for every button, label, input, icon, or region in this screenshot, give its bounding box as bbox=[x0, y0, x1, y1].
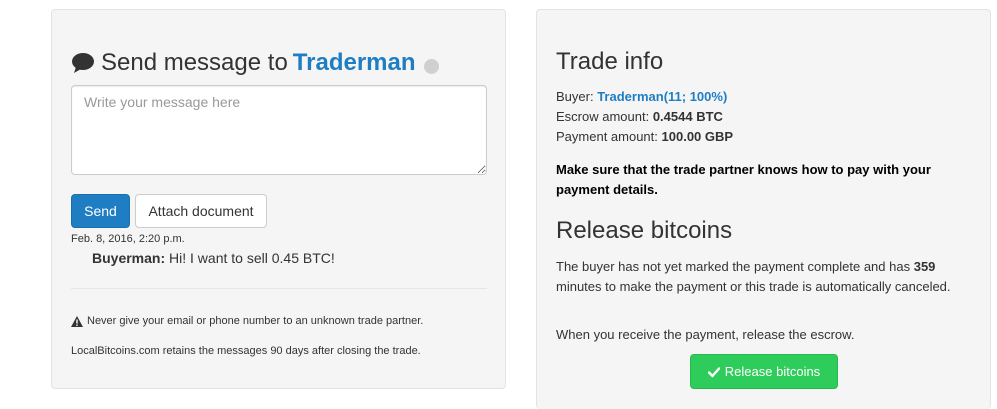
buyer-name-link[interactable]: Traderman bbox=[597, 89, 663, 104]
attach-document-button[interactable]: Attach document bbox=[135, 194, 267, 228]
chat-title: Send message to Traderman bbox=[71, 46, 439, 80]
payment-row: Payment amount: 100.00 GBP bbox=[556, 129, 733, 144]
presence-dot-icon bbox=[423, 58, 439, 74]
release-text-after: minutes to make the payment or this trad… bbox=[556, 279, 951, 294]
escrow-label: Escrow amount: bbox=[556, 109, 650, 124]
payment-value: 100.00 GBP bbox=[661, 129, 734, 144]
release-text-before: The buyer has not yet marked the payment… bbox=[556, 259, 911, 274]
buyer-stats[interactable]: (11; 100%) bbox=[664, 89, 728, 104]
release-heading: Release bitcoins bbox=[556, 217, 733, 244]
escrow-value: 0.4544 BTC bbox=[652, 109, 723, 124]
release-bitcoins-button[interactable]: Release bitcoins bbox=[690, 354, 838, 389]
warning-icon bbox=[71, 315, 83, 327]
message-author: Buyerman: bbox=[92, 250, 166, 266]
message-text: Hi! I want to sell 0.45 BTC! bbox=[169, 250, 335, 266]
privacy-warning: Never give your email or phone number to… bbox=[71, 315, 423, 327]
payment-label: Payment amount: bbox=[556, 129, 658, 144]
trade-info-heading: Trade info bbox=[556, 48, 664, 75]
buyer-label: Buyer: bbox=[556, 89, 594, 104]
comment-icon bbox=[71, 51, 95, 75]
escrow-row: Escrow amount: 0.4544 BTC bbox=[556, 109, 723, 124]
message-input[interactable] bbox=[71, 85, 487, 175]
check-icon bbox=[707, 366, 720, 378]
chat-panel: Send message to Traderman Send Attach do… bbox=[51, 9, 506, 389]
send-button[interactable]: Send bbox=[71, 194, 130, 228]
message-date: Feb. 8, 2016, 2:20 p.m. bbox=[71, 233, 185, 245]
retention-notice: LocalBitcoins.com retains the messages 9… bbox=[71, 345, 421, 357]
release-button-label: Release bitcoins bbox=[724, 364, 821, 379]
buyer-row: Buyer: Traderman(11; 100%) bbox=[556, 89, 727, 104]
trade-panel: Trade info Buyer: Traderman(11; 100%) Es… bbox=[536, 9, 991, 409]
release-instruction: When you receive the payment, release th… bbox=[556, 327, 855, 342]
partner-name-link[interactable]: Traderman bbox=[293, 46, 416, 80]
chat-title-prefix: Send message to bbox=[101, 49, 288, 76]
minutes-remaining: 359 bbox=[913, 259, 936, 274]
message-item: Buyerman: Hi! I want to sell 0.45 BTC! bbox=[92, 250, 335, 266]
privacy-warning-text: Never give your email or phone number to… bbox=[87, 315, 424, 327]
release-status-text: The buyer has not yet marked the payment… bbox=[556, 257, 976, 297]
divider bbox=[71, 288, 487, 289]
payment-details-notice: Make sure that the trade partner knows h… bbox=[556, 162, 931, 197]
